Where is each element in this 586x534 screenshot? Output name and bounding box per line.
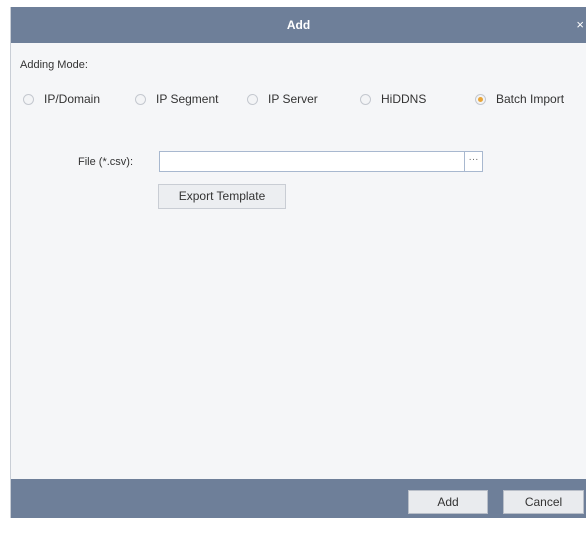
close-icon[interactable]: ×	[576, 7, 584, 43]
radio-ip-domain[interactable]: IP/Domain	[23, 92, 100, 106]
radio-hiddns[interactable]: HiDDNS	[360, 92, 426, 106]
radio-button-icon	[247, 93, 258, 105]
file-path-input[interactable]	[159, 151, 465, 172]
radio-label: HiDDNS	[381, 92, 427, 106]
add-button[interactable]: Add	[408, 490, 488, 514]
radio-label: IP Segment	[156, 92, 219, 106]
adding-mode-options: IP/Domain IP Segment IP Server HiDDNS Ba…	[11, 92, 586, 112]
radio-label: IP Server	[268, 92, 318, 106]
adding-mode-label: Adding Mode:	[20, 59, 88, 71]
browse-file-button[interactable]: ···	[465, 151, 483, 172]
radio-button-icon	[23, 93, 34, 105]
radio-button-icon	[135, 93, 146, 105]
file-csv-label: File (*.csv):	[78, 156, 133, 168]
radio-batch-import[interactable]: Batch Import	[475, 92, 564, 106]
radio-label: IP/Domain	[44, 92, 101, 106]
dialog-titlebar: Add ×	[11, 7, 586, 43]
radio-button-icon	[360, 93, 371, 105]
dialog-footer: Add Cancel	[11, 479, 586, 518]
radio-ip-server[interactable]: IP Server	[247, 92, 318, 106]
dialog-title: Add	[286, 18, 311, 32]
dialog-body: Adding Mode: IP/Domain IP Segment IP Ser…	[11, 43, 586, 479]
add-device-dialog: Add × Adding Mode: IP/Domain IP Segment …	[10, 7, 586, 518]
cancel-button[interactable]: Cancel	[503, 490, 584, 514]
radio-button-checked-icon	[475, 93, 486, 105]
radio-ip-segment[interactable]: IP Segment	[135, 92, 218, 106]
radio-label: Batch Import	[496, 92, 565, 106]
export-template-button[interactable]: Export Template	[158, 184, 286, 209]
